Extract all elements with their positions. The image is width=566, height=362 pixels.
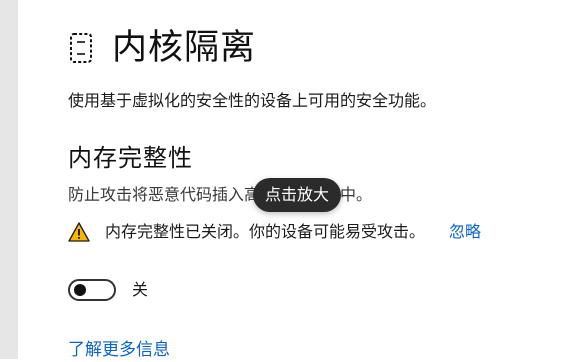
settings-content: 内核隔离 使用基于虚拟化的安全性的设备上可用的安全功能。 内存完整性 防止攻击将… — [18, 0, 566, 362]
toggle-state-label: 关 — [132, 280, 149, 299]
warning-row: 内存完整性已关闭。你的设备可能易受攻击。 忽略 — [68, 221, 481, 243]
left-nav-strip — [0, 0, 18, 359]
learn-more-link[interactable]: 了解更多信息 — [68, 338, 170, 362]
memory-integrity-toggle-row: 关 — [68, 279, 148, 301]
ignore-link[interactable]: 忽略 — [449, 221, 481, 243]
toggle-knob — [74, 284, 86, 296]
page-description: 使用基于虚拟化的安全性的设备上可用的安全功能。 — [68, 91, 437, 110]
memory-integrity-toggle[interactable] — [68, 279, 116, 301]
page-title: 内核隔离 — [112, 28, 257, 68]
section-title-memory-integrity: 内存完整性 — [68, 144, 193, 172]
zoom-tooltip: 点击放大 — [253, 178, 342, 212]
warning-text: 内存完整性已关闭。你的设备可能易受攻击。 — [105, 222, 426, 241]
warning-icon — [68, 222, 90, 242]
chip-icon — [68, 31, 94, 65]
page-header: 内核隔离 — [68, 24, 256, 72]
